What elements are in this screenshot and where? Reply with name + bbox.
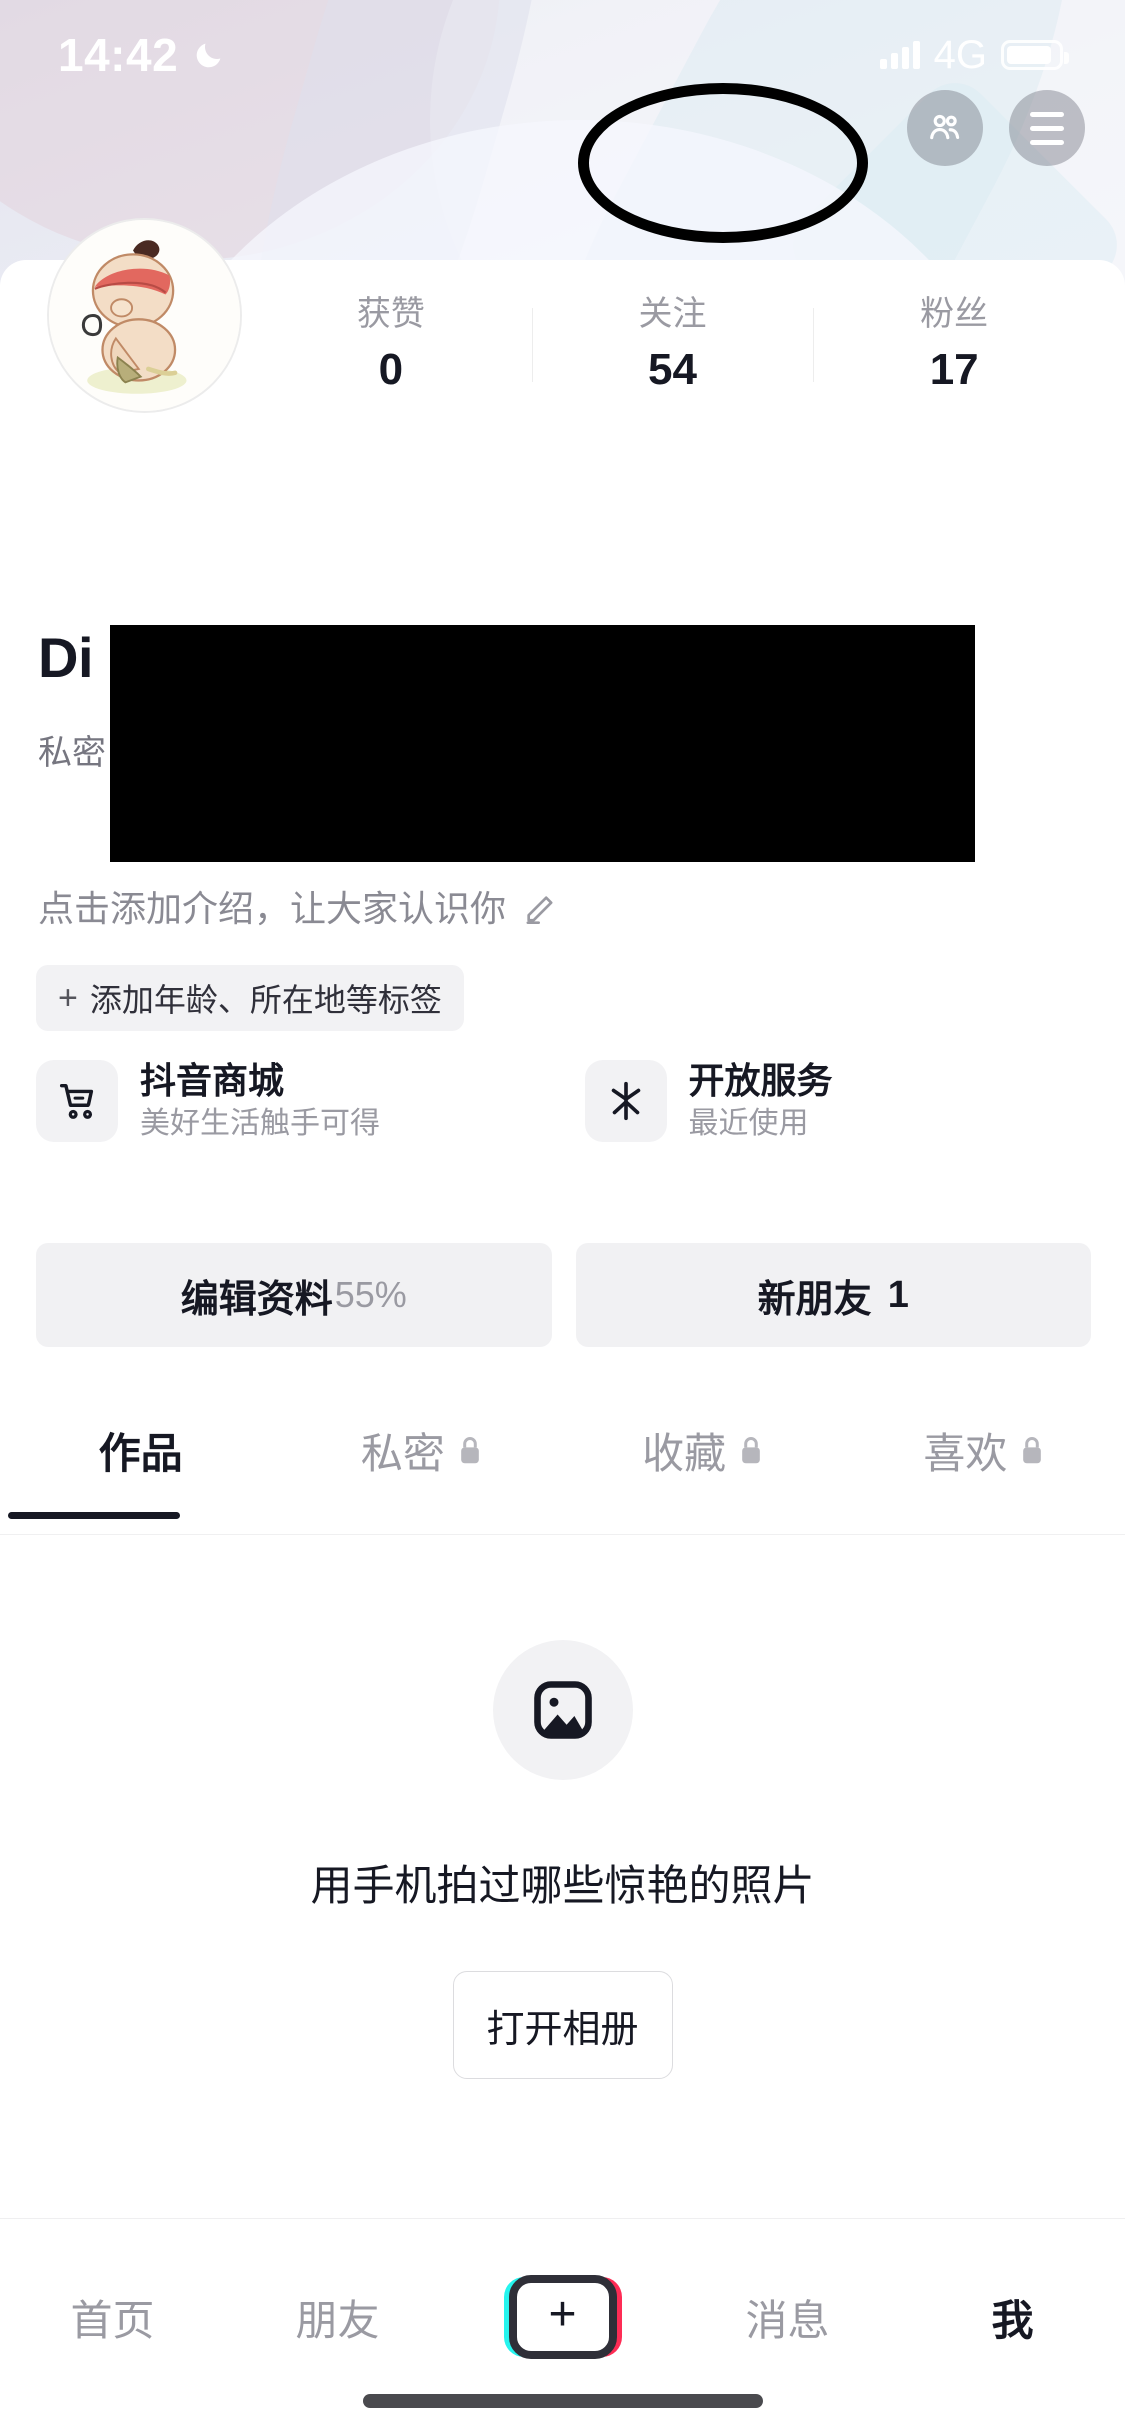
new-friends-label: 新朋友 bbox=[757, 1278, 872, 1321]
lock-icon bbox=[1023, 1437, 1042, 1464]
stat-following[interactable]: 关注 54 bbox=[531, 295, 814, 394]
douyin-profile-screen: 14:42 4G 获赞 0 关注 54 粉丝 17 Di 私密 点击添加介绍，让… bbox=[0, 0, 1125, 2436]
tab-label: 作品 bbox=[98, 1429, 183, 1477]
lock-icon bbox=[461, 1437, 479, 1464]
tab-favorites[interactable]: 收藏 bbox=[563, 1400, 844, 1500]
nav-label: 首页 bbox=[70, 2296, 155, 2344]
open-album-button[interactable]: 打开相册 bbox=[452, 1971, 673, 2079]
image-placeholder-icon bbox=[492, 1640, 633, 1780]
status-bar-left: 14:42 bbox=[58, 28, 226, 82]
stat-value: 17 bbox=[929, 344, 979, 394]
plus-icon: + bbox=[58, 979, 78, 1017]
add-tags-label: 添加年龄、所在地等标签 bbox=[89, 982, 442, 1018]
edit-profile-button[interactable]: 编辑资料 55% bbox=[36, 1243, 552, 1347]
service-title: 抖音商城 bbox=[140, 1060, 285, 1102]
create-button[interactable]: + bbox=[503, 2275, 622, 2359]
nav-item-create[interactable]: + bbox=[450, 2267, 675, 2367]
service-cards: 抖音商城 美好生活触手可得 开放服务 最近使用 bbox=[36, 1060, 1091, 1142]
douyin-star-icon bbox=[584, 1060, 667, 1142]
stat-value: 0 bbox=[378, 344, 404, 394]
profile-sheet bbox=[0, 260, 1125, 2436]
pencil-icon bbox=[526, 896, 553, 924]
moon-icon bbox=[196, 43, 221, 68]
service-card-mall[interactable]: 抖音商城 美好生活触手可得 bbox=[36, 1060, 543, 1142]
hamburger-menu-icon bbox=[1030, 111, 1064, 145]
shopping-cart-icon bbox=[36, 1060, 118, 1142]
two-people-icon bbox=[930, 114, 960, 140]
content-tabs: 作品 私密 收藏 喜欢 bbox=[0, 1400, 1125, 1530]
tab-label: 收藏 bbox=[642, 1429, 727, 1477]
tab-private[interactable]: 私密 bbox=[281, 1400, 562, 1500]
stat-likes[interactable]: 获赞 0 bbox=[250, 295, 532, 394]
add-tags-button[interactable]: + 添加年龄、所在地等标签 bbox=[36, 965, 464, 1031]
cartoon-character-avatar bbox=[49, 220, 240, 411]
new-friends-count: 1 bbox=[887, 1273, 909, 1316]
battery-icon bbox=[1001, 40, 1069, 70]
stat-label: 关注 bbox=[638, 295, 707, 334]
tab-works[interactable]: 作品 bbox=[0, 1400, 281, 1500]
tab-likes[interactable]: 喜欢 bbox=[844, 1400, 1125, 1500]
nav-item-messages[interactable]: 消息 bbox=[675, 2267, 900, 2367]
empty-state-text: 用手机拍过哪些惊艳的照片 bbox=[310, 1862, 815, 1909]
service-subtitle: 美好生活触手可得 bbox=[140, 1107, 380, 1141]
tabs-separator bbox=[0, 1534, 1125, 1535]
bio-placeholder: 点击添加介绍，让大家认识你 bbox=[38, 888, 507, 929]
home-indicator bbox=[362, 2394, 763, 2408]
new-friends-button[interactable]: 新朋友 1 bbox=[575, 1243, 1091, 1347]
edit-profile-label: 编辑资料 bbox=[180, 1278, 333, 1321]
nav-label: 消息 bbox=[745, 2296, 830, 2344]
plus-glyph: + bbox=[548, 2288, 577, 2341]
redaction-overlay bbox=[110, 625, 975, 862]
nav-label: 我 bbox=[991, 2296, 1034, 2344]
add-friends-button[interactable] bbox=[907, 90, 983, 166]
signal-bars-icon bbox=[879, 41, 920, 69]
service-title: 开放服务 bbox=[688, 1060, 833, 1102]
empty-state: 用手机拍过哪些惊艳的照片 打开相册 bbox=[0, 1640, 1125, 2079]
status-bar-right: 4G bbox=[879, 32, 1069, 78]
nav-item-profile[interactable]: 我 bbox=[900, 2267, 1125, 2367]
network-type-label: 4G bbox=[933, 32, 987, 77]
service-card-open-services[interactable]: 开放服务 最近使用 bbox=[584, 1060, 1092, 1142]
avatar[interactable] bbox=[47, 218, 242, 413]
profile-action-buttons: 编辑资料 55% 新朋友 1 bbox=[36, 1243, 1091, 1347]
plus-icon: + bbox=[508, 2275, 617, 2359]
bio-row[interactable]: 点击添加介绍，让大家认识你 bbox=[38, 880, 562, 932]
active-tab-underline bbox=[8, 1512, 180, 1519]
edit-profile-progress: 55% bbox=[334, 1274, 407, 1315]
username: Di bbox=[38, 626, 94, 689]
header-actions bbox=[907, 90, 1085, 166]
lock-icon bbox=[742, 1437, 760, 1464]
menu-button[interactable] bbox=[1009, 90, 1085, 166]
stat-label: 粉丝 bbox=[920, 295, 989, 334]
service-subtitle: 最近使用 bbox=[688, 1107, 809, 1141]
stat-value: 54 bbox=[648, 344, 697, 394]
status-time: 14:42 bbox=[58, 29, 179, 81]
stat-followers[interactable]: 粉丝 17 bbox=[813, 295, 1095, 394]
stat-label: 获赞 bbox=[356, 295, 425, 334]
nav-label: 朋友 bbox=[295, 2296, 380, 2344]
nav-item-friends[interactable]: 朋友 bbox=[225, 2267, 450, 2367]
private-label: 私密 bbox=[38, 734, 106, 772]
profile-stats: 获赞 0 关注 54 粉丝 17 bbox=[250, 285, 1095, 405]
tab-label: 喜欢 bbox=[923, 1429, 1008, 1477]
tab-label: 私密 bbox=[360, 1429, 445, 1477]
nav-item-home[interactable]: 首页 bbox=[0, 2267, 225, 2367]
